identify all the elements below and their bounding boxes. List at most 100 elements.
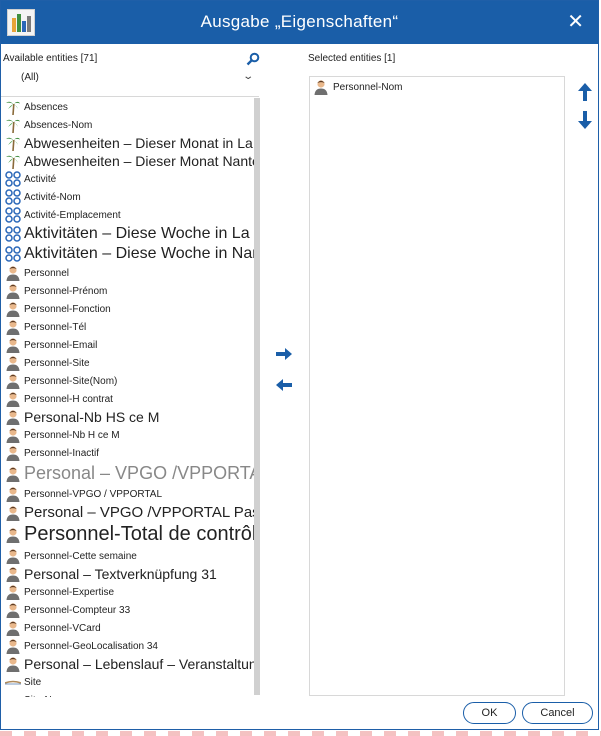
activity-icon bbox=[5, 226, 21, 242]
entity-label: Absences bbox=[24, 101, 68, 113]
entity-list-item[interactable]: Personnel bbox=[5, 264, 69, 282]
entity-list-item[interactable]: Personnel-Fonction bbox=[5, 300, 111, 318]
search-icon[interactable] bbox=[246, 52, 260, 66]
person-icon bbox=[5, 466, 21, 482]
move-up-button[interactable] bbox=[578, 83, 592, 106]
background-strip bbox=[0, 731, 601, 736]
entity-label: Personnel-VCard bbox=[24, 622, 101, 634]
entity-list-item[interactable]: Personal – VPGO /VPPORTAL Passwort bbox=[5, 503, 259, 522]
remove-from-selection-button[interactable] bbox=[276, 378, 292, 396]
entity-list-item[interactable]: Personal – Lebenslauf – Veranstaltung 37 bbox=[5, 655, 259, 673]
entity-label: Aktivitäten – Diese Woche in Nanterre bbox=[24, 245, 259, 262]
entity-list-item[interactable]: Activité bbox=[5, 170, 56, 188]
person-icon bbox=[5, 656, 21, 672]
entity-list-item[interactable]: Abwesenheiten – Dieser Monat in La Ciota… bbox=[5, 134, 259, 152]
arrow-right-icon bbox=[276, 348, 292, 360]
close-icon[interactable]: ✕ bbox=[567, 9, 584, 34]
available-entities-label: Available entities [71] bbox=[3, 53, 98, 64]
entity-list-item[interactable]: Personnel-VCard bbox=[5, 619, 101, 637]
person-icon bbox=[5, 548, 21, 564]
entity-list-item[interactable]: Activité-Emplacement bbox=[5, 206, 121, 224]
entity-list-item[interactable]: Aktivitäten – Diese Woche in La Ciotat bbox=[5, 224, 259, 244]
activity-icon bbox=[5, 171, 21, 187]
entity-list-item[interactable]: Personnel-Prénom bbox=[5, 282, 107, 300]
entity-label: Personal – Textverknüpfung 31 bbox=[24, 566, 217, 582]
person-icon bbox=[5, 283, 21, 299]
entity-list-item[interactable]: Personnel-H contrat bbox=[5, 390, 113, 408]
window-title: Ausgabe „Eigenschaften“ bbox=[200, 12, 399, 31]
entity-list-item[interactable]: Site bbox=[4, 673, 42, 691]
entity-label: Site-Nom bbox=[24, 695, 66, 698]
entity-list-item[interactable]: Personnel-Site bbox=[5, 354, 90, 372]
entity-list-item[interactable]: Personnel-Email bbox=[5, 336, 97, 354]
person-icon bbox=[5, 602, 21, 618]
entity-list-item[interactable]: Activité-Nom bbox=[5, 188, 81, 206]
entity-label: Abwesenheiten – Dieser Monat Nanterre bbox=[24, 153, 259, 169]
entity-label: Personnel-GeoLocalisation 34 bbox=[24, 640, 158, 652]
add-to-selection-button[interactable] bbox=[276, 347, 292, 365]
entity-list-item[interactable]: Personnel-Compteur 33 bbox=[5, 601, 130, 619]
site-icon bbox=[4, 674, 22, 690]
entity-label: Personnel-Email bbox=[24, 339, 98, 351]
entity-list-item[interactable]: Personal – Textverknüpfung 31 bbox=[5, 565, 217, 583]
person-icon bbox=[5, 355, 21, 371]
arrow-left-icon bbox=[276, 379, 292, 391]
arrow-down-icon bbox=[578, 111, 592, 129]
entity-label: Personal – VPGO /VPPORTAL-ID bbox=[24, 463, 259, 483]
available-entities-list[interactable]: Absences Absences-Nom Abwesenheiten – Dies… bbox=[1, 96, 259, 697]
entity-label: Personal – VPGO /VPPORTAL Passwort bbox=[24, 504, 259, 521]
palm-tree-icon bbox=[5, 117, 21, 134]
person-icon bbox=[5, 301, 21, 317]
entity-label: Personnel-Site bbox=[24, 357, 90, 369]
entity-label: Site bbox=[24, 676, 42, 688]
ok-button[interactable]: OK bbox=[463, 702, 516, 724]
entity-list-item[interactable]: Personnel-GeoLocalisation 34 bbox=[5, 637, 158, 655]
entity-label: Personnel-Compteur 33 bbox=[24, 604, 131, 616]
entity-list-item[interactable]: Personnel-Inactif bbox=[5, 444, 99, 462]
move-down-button[interactable] bbox=[578, 111, 592, 134]
entity-label: Personnel bbox=[24, 267, 70, 279]
entity-list-item[interactable]: Personal – VPGO /VPPORTAL-ID bbox=[5, 462, 259, 485]
selected-item-label: Personnel-Nom bbox=[333, 81, 403, 93]
entity-label: Activité-Emplacement bbox=[24, 209, 121, 221]
entity-label: Personnel-Expertise bbox=[24, 586, 115, 598]
person-icon bbox=[5, 265, 21, 281]
entity-list-item[interactable]: Aktivitäten – Diese Woche in Nanterre bbox=[5, 244, 259, 264]
selected-list-item[interactable]: Personnel-Nom bbox=[313, 78, 402, 96]
selected-entities-list[interactable]: Personnel-Nom bbox=[309, 76, 565, 696]
entity-list-item[interactable]: Personnel-Total de contrôle 28 bbox=[5, 522, 259, 547]
list-scrollbar[interactable] bbox=[254, 98, 260, 695]
entity-label: Personnel-Site(Nom) bbox=[24, 375, 118, 387]
arrow-up-icon bbox=[578, 83, 592, 101]
selected-entities-label: Selected entities [1] bbox=[308, 53, 396, 64]
entity-label: Personnel-Tél bbox=[24, 321, 87, 333]
entity-label: Abwesenheiten – Dieser Monat in La Ciota… bbox=[24, 135, 259, 151]
entity-list-item[interactable]: Abwesenheiten – Dieser Monat Nanterre bbox=[5, 152, 259, 170]
entity-label: Personnel-Nb H ce M bbox=[24, 429, 120, 441]
entity-label: Activité-Nom bbox=[24, 191, 81, 203]
palm-tree-icon bbox=[5, 153, 21, 170]
entity-list-item[interactable]: Personnel-Tél bbox=[5, 318, 86, 336]
cancel-button[interactable]: Cancel bbox=[522, 702, 593, 724]
entity-list-item[interactable]: Personnel-Nb H ce M bbox=[5, 426, 120, 444]
entity-label: Activité bbox=[24, 173, 57, 185]
entity-list-item[interactable]: Absences bbox=[5, 98, 68, 116]
palm-tree-icon bbox=[5, 135, 21, 152]
entity-filter-dropdown[interactable]: (All) bbox=[21, 72, 39, 83]
entity-list-item[interactable]: Personnel-Expertise bbox=[5, 583, 114, 601]
entity-label: Aktivitäten – Diese Woche in La Ciotat bbox=[24, 225, 259, 242]
person-icon bbox=[5, 337, 21, 353]
entity-label: Personnel-Inactif bbox=[24, 447, 100, 459]
entity-list-item[interactable]: Site-Nom bbox=[5, 691, 66, 698]
person-icon bbox=[5, 486, 21, 502]
entity-list-item[interactable]: Absences-Nom bbox=[5, 116, 92, 134]
entity-list-item[interactable]: Personnel-Site(Nom) bbox=[5, 372, 117, 390]
entity-label: Personal-Nb HS ce M bbox=[24, 409, 160, 425]
chevron-down-icon[interactable]: ⌄ bbox=[242, 71, 254, 82]
person-icon bbox=[5, 638, 21, 654]
entity-label: Personal – Lebenslauf – Veranstaltung 37 bbox=[24, 656, 259, 672]
entity-label: Personnel-Cette semaine bbox=[24, 550, 137, 562]
entity-list-item[interactable]: Personal-Nb HS ce M bbox=[5, 408, 159, 426]
entity-list-item[interactable]: Personnel-Cette semaine bbox=[5, 547, 137, 565]
entity-list-item[interactable]: Personnel-VPGO / VPPORTAL bbox=[5, 485, 162, 503]
